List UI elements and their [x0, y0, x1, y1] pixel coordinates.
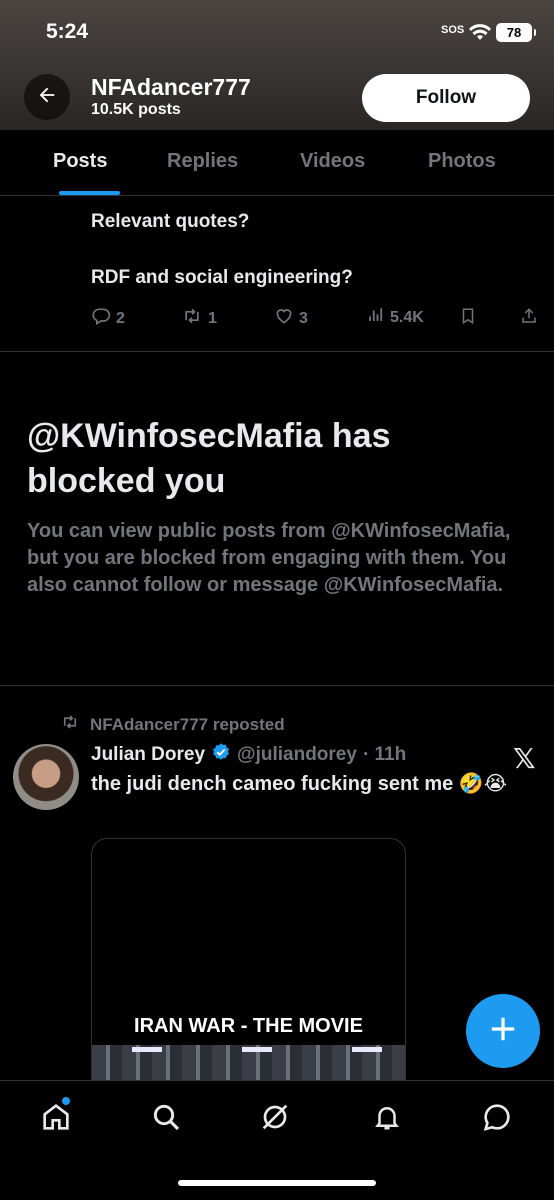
follow-button[interactable]: Follow — [362, 74, 530, 122]
reply-count: 2 — [116, 309, 125, 327]
compose-button[interactable] — [466, 994, 540, 1068]
blocked-description: You can view public posts from @KWinfose… — [27, 520, 511, 596]
repost-label: NFAdancer777 reposted — [90, 714, 285, 734]
repost-button[interactable]: 1 — [181, 306, 217, 331]
tab-photos[interactable]: Photos — [428, 150, 496, 173]
share-button[interactable] — [520, 306, 538, 331]
grok-icon — [259, 1101, 291, 1138]
profile-tabs: Posts Replies Videos Photos — [0, 130, 554, 196]
nav-grok[interactable] — [257, 1101, 293, 1137]
profile-post-count: 10.5K posts — [91, 101, 181, 118]
tweet-media-video[interactable]: IRAN WAR - THE MOVIE — [91, 838, 406, 1098]
nav-notifications[interactable] — [369, 1101, 405, 1137]
nav-messages[interactable] — [479, 1101, 515, 1137]
active-tab-indicator — [59, 191, 120, 195]
bar-chart-icon — [367, 306, 385, 329]
repost-icon — [60, 713, 80, 736]
author-name[interactable]: Julian Dorey — [91, 744, 205, 766]
back-button[interactable] — [24, 74, 70, 120]
media-frame-lights — [92, 1047, 405, 1052]
tab-posts[interactable]: Posts — [53, 150, 107, 173]
media-title-overlay: IRAN WAR - THE MOVIE — [134, 1015, 363, 1037]
tab-replies[interactable]: Replies — [167, 150, 238, 173]
tab-videos[interactable]: Videos — [300, 150, 365, 173]
tweet-text: the judi dench cameo fucking sent me 🤣😭 — [91, 773, 508, 795]
home-indicator-bar — [178, 1180, 376, 1186]
like-count: 3 — [299, 309, 308, 327]
author-handle[interactable]: @juliandorey — [237, 744, 357, 766]
verified-badge-icon — [211, 742, 231, 768]
sos-indicator: SOS — [441, 24, 465, 36]
profile-name: NFAdancer777 — [91, 74, 251, 100]
battery-indicator: 78 — [496, 23, 536, 42]
tweet-text-line: Relevant quotes? — [91, 211, 250, 232]
comment-icon — [91, 306, 111, 331]
status-bar: 5:24 SOS 78 — [0, 0, 554, 64]
status-time: 5:24 — [46, 20, 89, 43]
bookmark-button[interactable] — [459, 306, 477, 331]
profile-header: 5:24 SOS 78 NFAdancer777 10.5K posts Fol… — [0, 0, 554, 130]
views-button[interactable]: 5.4K — [367, 306, 424, 329]
tweet-text-line: RDF and social engineering? — [91, 267, 353, 288]
tweet-actions: 2 1 3 5.4K — [0, 306, 554, 332]
view-count: 5.4K — [390, 308, 424, 326]
divider — [0, 685, 554, 686]
wifi-icon — [469, 24, 491, 46]
bell-icon — [372, 1101, 402, 1138]
blocked-title: @KWinfosecMafia has blocked you — [27, 417, 391, 500]
divider — [0, 351, 554, 352]
nav-home[interactable] — [38, 1101, 74, 1137]
repost-count: 1 — [208, 309, 217, 327]
like-button[interactable]: 3 — [274, 306, 308, 331]
heart-icon — [274, 306, 294, 331]
bookmark-icon — [459, 306, 477, 331]
avatar[interactable] — [13, 744, 79, 810]
search-icon — [150, 1101, 182, 1138]
home-notification-dot — [62, 1097, 70, 1105]
home-icon — [40, 1101, 72, 1138]
message-icon — [481, 1101, 513, 1138]
repost-icon — [181, 306, 203, 331]
arrow-left-icon — [36, 84, 58, 111]
share-icon — [520, 306, 538, 331]
tweet-time: · 11h — [362, 744, 407, 765]
plus-icon — [488, 1014, 518, 1049]
reply-button[interactable]: 2 — [91, 306, 125, 331]
nav-search[interactable] — [148, 1101, 184, 1137]
tweet-author-line: Julian Dorey @juliandorey · 11h — [91, 742, 406, 768]
repost-indicator: NFAdancer777 reposted — [60, 713, 285, 736]
